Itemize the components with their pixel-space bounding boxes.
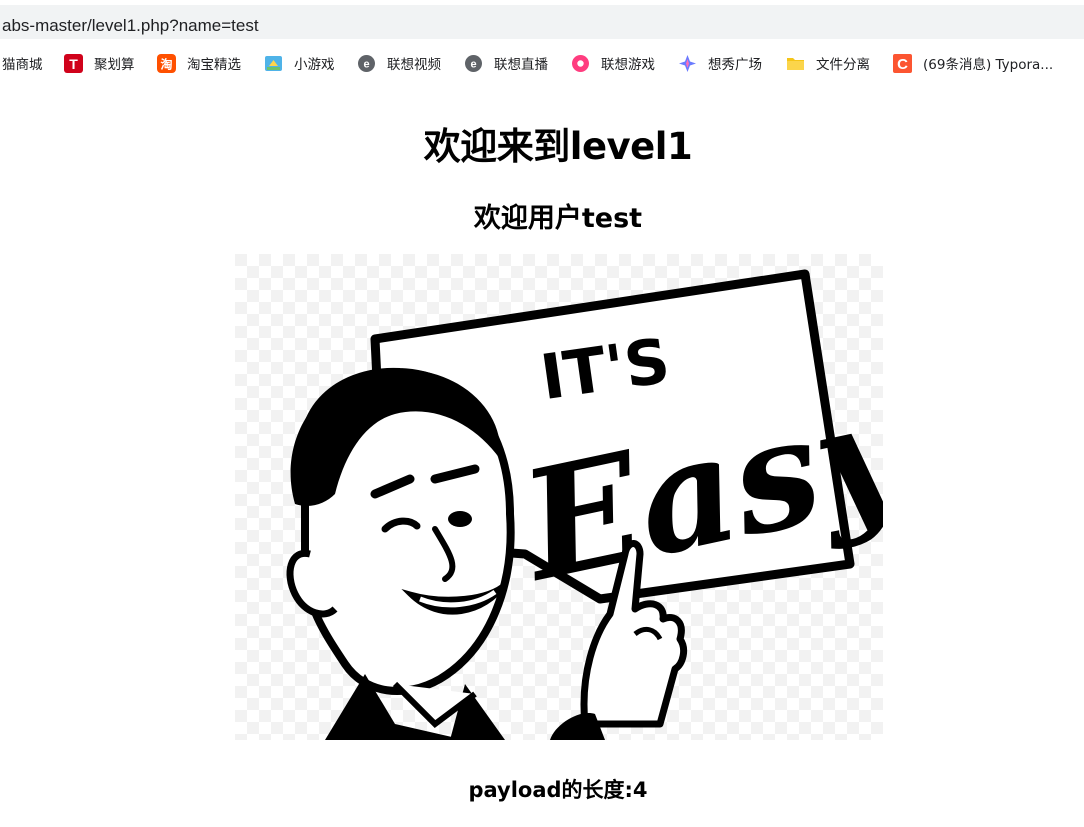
bookmark-taobao[interactable]: 淘 淘宝精选	[157, 52, 241, 74]
xiangxiu-icon	[678, 54, 697, 73]
bookmark-label: 聚划算	[94, 57, 135, 73]
bookmark-tmall[interactable]: 猫商城	[2, 52, 43, 74]
welcome-heading: 欢迎用户test	[473, 203, 643, 234]
bookmark-label: (69条消息) Typora...	[923, 57, 1054, 73]
page-title: 欢迎来到level1	[423, 125, 693, 168]
svg-text:C: C	[897, 56, 908, 73]
svg-text:T: T	[69, 56, 78, 72]
juhuasuan-icon: T	[64, 53, 83, 73]
svg-text:e: e	[363, 58, 369, 70]
svg-text:e: e	[470, 58, 476, 70]
bookmark-label: 文件分离	[816, 57, 870, 73]
mini-game-icon	[264, 54, 283, 73]
bookmark-label: 小游戏	[294, 57, 335, 73]
bookmark-label: 联想视频	[387, 57, 441, 73]
svg-text:淘: 淘	[160, 56, 172, 71]
csdn-icon: C	[893, 53, 912, 73]
bookmark-label: 联想直播	[494, 57, 548, 73]
bookmark-lenovo-game[interactable]: 联想游戏	[571, 52, 655, 74]
lenovo-video-icon: e	[357, 54, 376, 73]
taobao-icon: 淘	[157, 53, 176, 73]
bookmark-folder[interactable]: 文件分离	[786, 52, 870, 74]
lenovo-game-icon	[571, 54, 590, 73]
bookmark-lenovo-video[interactable]: e 联想视频	[357, 52, 441, 74]
bookmark-label: 联想游戏	[601, 57, 655, 73]
folder-icon	[786, 54, 805, 73]
bookmark-mini-game[interactable]: 小游戏	[264, 52, 335, 74]
bookmarks-bar: 猫商城 T 聚划算 淘 淘宝精选 小游戏 e 联想视频 e 联想直播 联想游戏 …	[0, 44, 1084, 82]
bookmark-lenovo-live[interactable]: e 联想直播	[464, 52, 548, 74]
bookmark-label: 想秀广场	[708, 57, 762, 73]
bookmark-label: 猫商城	[2, 57, 43, 73]
url-text[interactable]: abs-master/level1.php?name=test	[2, 16, 259, 36]
url-field[interactable]: abs-master/level1.php?name=test	[0, 5, 1084, 39]
bookmark-label: 淘宝精选	[187, 57, 241, 73]
bookmark-juhuasuan[interactable]: T 聚划算	[64, 52, 135, 74]
payload-length: payload的长度:4	[468, 778, 648, 802]
lenovo-live-icon: e	[464, 54, 483, 73]
its-easy-image: IT'S Easy	[235, 254, 929, 740]
bookmark-xiangxiu[interactable]: 想秀广场	[678, 52, 762, 74]
bookmark-csdn[interactable]: C (69条消息) Typora...	[893, 52, 1053, 74]
address-bar: abs-master/level1.php?name=test	[0, 0, 1084, 40]
